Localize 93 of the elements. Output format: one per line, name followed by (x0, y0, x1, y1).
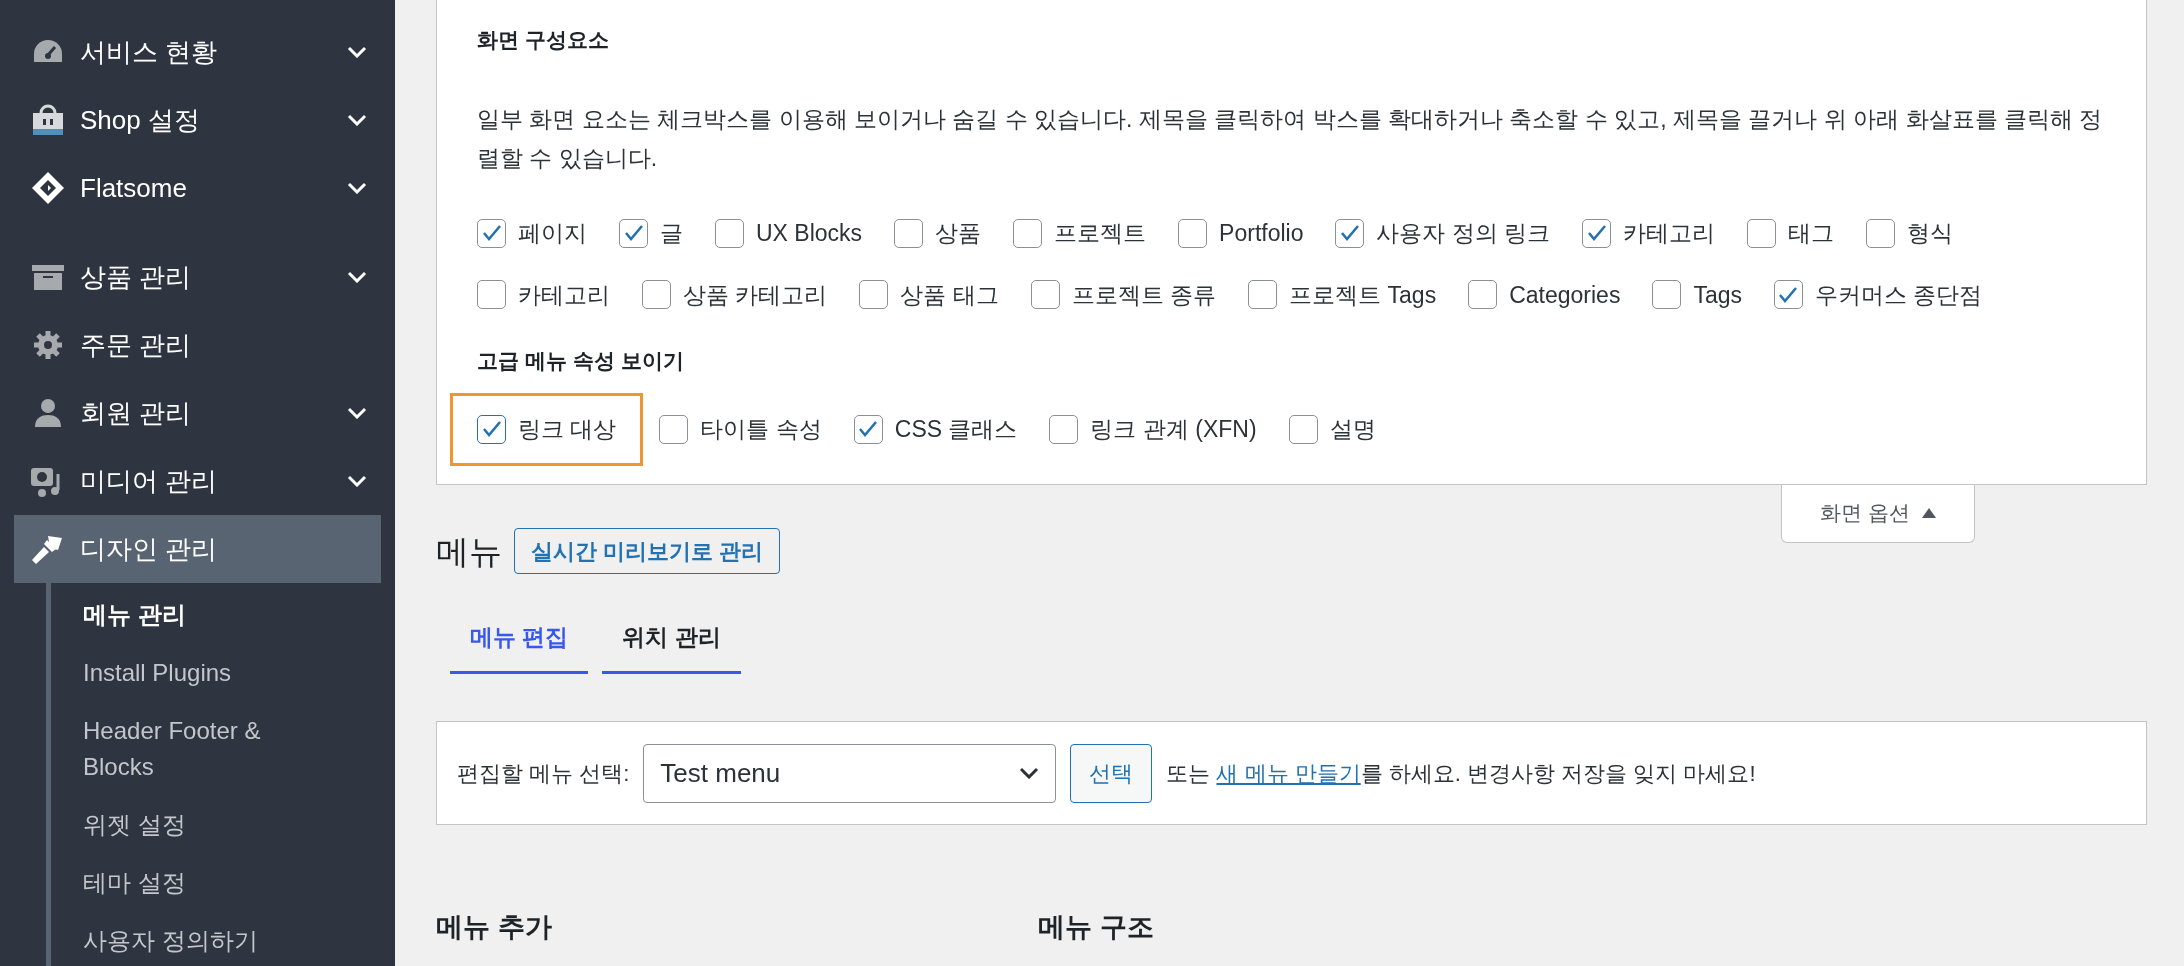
checkbox-option[interactable]: 상품 카테고리 (642, 277, 828, 312)
checkmark-icon (481, 420, 502, 439)
checkbox-option[interactable]: 링크 대상 (450, 393, 644, 466)
checkbox[interactable] (1288, 414, 1318, 444)
checkmark-icon (858, 420, 879, 439)
checkbox-option[interactable]: 링크 관계 (XFN) (1049, 393, 1257, 466)
submenu-item[interactable]: Install Plugins (83, 655, 323, 691)
tab[interactable]: 메뉴 편집 (450, 604, 589, 674)
sidebar-item[interactable]: 회원 관리 (0, 379, 395, 447)
sidebar-item[interactable]: 미디어 관리 (0, 447, 395, 515)
checkbox-option[interactable]: Portfolio (1178, 216, 1304, 251)
checkbox[interactable] (1468, 280, 1498, 310)
checkbox-option[interactable]: 글 (619, 216, 683, 251)
diamond-logo-icon (30, 170, 66, 206)
checkbox-option[interactable]: 페이지 (477, 216, 587, 251)
description-text: 일부 화면 요소는 체크박스를 이용해 보이거나 숨길 수 있습니다. 제목을 클릭하여 박스를 확대하거나 축소할 수 있고, 제목을 끌거나 위 아래 화살표를 클릭해 정렬할 수 있습니다. (477, 105, 2104, 173)
checkbox[interactable] (1866, 218, 1896, 248)
checkbox[interactable] (1049, 414, 1079, 444)
checkbox-option[interactable]: 타이틀 속성 (659, 393, 822, 466)
sidebar-item[interactable]: Flatsome (0, 154, 395, 222)
chevron-icon (347, 46, 367, 58)
tab[interactable]: 위치 관리 (602, 604, 741, 674)
triangle-icon (1921, 508, 1936, 518)
checkmark-icon (481, 224, 502, 243)
checkbox[interactable] (1774, 280, 1803, 310)
sidebar-item[interactable]: 주문 관리 (0, 311, 395, 379)
checkbox-option[interactable]: 사용자 정의 링크 (1335, 216, 1551, 251)
chevron-icon (347, 407, 367, 419)
chevron-icon (347, 271, 367, 283)
chevron-icon (347, 475, 367, 487)
checkbox-option[interactable]: UX Blocks (715, 216, 863, 251)
checkbox[interactable] (477, 414, 506, 444)
checkbox-option[interactable]: 태그 (1747, 216, 1835, 251)
page-title: 메뉴 (436, 531, 502, 572)
submenu-item[interactable]: 테마 설정 (83, 865, 323, 901)
menu-dropdown[interactable]: Test menu (643, 743, 1057, 803)
submenu-item[interactable]: 메뉴 관리 (83, 597, 323, 633)
instruction-text: 또는 새 메뉴 만들기를 하세요. 변경사항 저장을 잊지 마세요! (1166, 759, 1756, 788)
checkbox[interactable] (1652, 280, 1682, 310)
chevron-icon (347, 114, 367, 126)
checkbox-option[interactable]: 카테고리 (477, 277, 610, 312)
checkbox-option[interactable]: 프로젝트 (1013, 216, 1147, 251)
create-menu-link[interactable]: 새 메뉴 만들기 (1216, 760, 1361, 786)
checkbox-option[interactable]: 프로젝트 Tags (1248, 277, 1437, 312)
checkbox[interactable] (619, 218, 648, 248)
section-heading: 고급 메뉴 속성 보이기 (477, 348, 685, 374)
section-heading: 메뉴 구조 (1038, 911, 1154, 944)
checkbox-option[interactable]: 상품 태그 (859, 277, 999, 312)
checkbox[interactable] (1178, 218, 1208, 248)
checkbox[interactable] (859, 280, 889, 310)
checkbox-option[interactable]: 설명 (1288, 393, 1376, 466)
checkbox[interactable] (1030, 280, 1060, 310)
checkbox[interactable] (894, 218, 924, 248)
section-heading: 화면 구성요소 (477, 27, 610, 53)
sidebar-item[interactable]: 서비스 현황 (0, 18, 395, 86)
checkbox[interactable] (659, 414, 689, 444)
checkmark-icon (1586, 224, 1607, 243)
checkbox[interactable] (1248, 280, 1278, 310)
checkbox-option[interactable]: Tags (1652, 277, 1742, 312)
section-heading: 메뉴 추가 (436, 911, 553, 944)
checkbox[interactable] (1582, 218, 1612, 248)
checkbox-option[interactable]: 우커머스 종단점 (1774, 277, 1983, 312)
sidebar-item[interactable]: 상품 관리 (0, 243, 395, 311)
submenu-item[interactable]: 사용자 정의하기 (83, 923, 323, 959)
live-preview-button[interactable]: 실시간 미리보기로 관리 (514, 528, 781, 575)
checkbox-option[interactable]: Categories (1468, 277, 1621, 312)
checkbox[interactable] (1747, 218, 1777, 248)
checkbox[interactable] (477, 280, 506, 310)
checkbox[interactable] (853, 414, 883, 444)
shop-bag-icon (30, 103, 66, 137)
checkbox-option[interactable]: 상품 (894, 216, 982, 251)
chevron-icon (1019, 767, 1040, 779)
checkbox-option[interactable]: CSS 클래스 (853, 393, 1018, 466)
submenu-item[interactable]: Header Footer & Blocks (83, 713, 323, 785)
checkmark-icon (623, 224, 644, 243)
checkbox[interactable] (1335, 218, 1365, 248)
checkbox[interactable] (715, 218, 744, 248)
checkbox[interactable] (1013, 218, 1043, 248)
checkbox-option[interactable]: 프로젝트 종류 (1030, 277, 1217, 312)
archive-box-icon (30, 263, 66, 291)
screen-options-toggle[interactable]: 화면 옵션 (1781, 484, 1975, 543)
sidebar-item[interactable]: 디자인 관리 (14, 515, 381, 583)
checkbox-option[interactable]: 카테고리 (1582, 216, 1716, 251)
checkbox-option[interactable]: 형식 (1866, 216, 1954, 251)
chevron-icon (347, 182, 367, 194)
checkbox[interactable] (477, 218, 506, 248)
field-label: 편집할 메뉴 선택: (457, 759, 630, 788)
checkmark-icon (1339, 224, 1360, 243)
checkbox[interactable] (642, 280, 671, 310)
select-button[interactable]: 선택 (1070, 743, 1153, 803)
submenu-item[interactable]: 위젯 설정 (83, 807, 323, 843)
checkmark-icon (1778, 285, 1799, 304)
sidebar-item[interactable]: Shop 설정 (0, 86, 395, 154)
